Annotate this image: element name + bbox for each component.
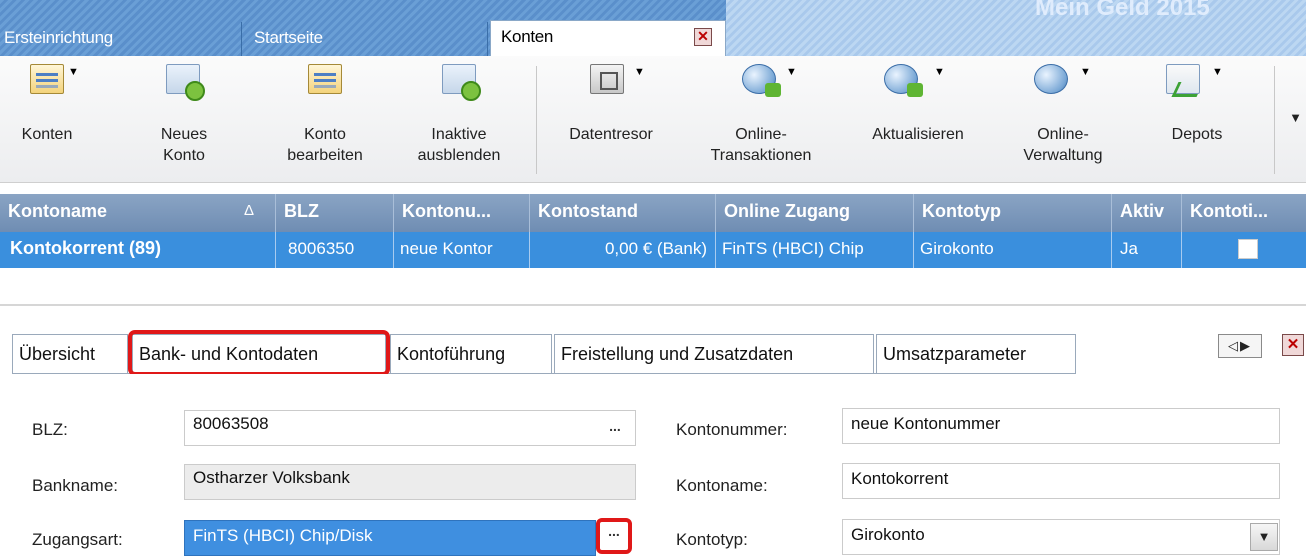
konten-label: Konten (21, 126, 73, 143)
edit-account-label-2: bearbeiten (287, 147, 363, 164)
kontotyp-select[interactable]: Girokonto (842, 519, 1280, 555)
cell-aktiv: Ja (1112, 232, 1182, 268)
column-header-blz[interactable]: BLZ (276, 194, 394, 232)
cell-kontoname: Kontokorrent (89) (0, 232, 276, 268)
chevron-down-icon[interactable]: ▼ (1250, 523, 1278, 551)
depots-button[interactable]: ▼ Depots (1138, 56, 1256, 182)
cell-kontotyp: Girokonto (914, 232, 1112, 268)
hide-inactive-label-1: Inaktive (431, 126, 487, 143)
tab-startseite[interactable]: Startseite (244, 22, 488, 56)
cell-kontostand: 0,00 € (Bank) (530, 232, 716, 268)
ribbon-separator (1274, 66, 1275, 174)
kontotyp-label: Kontotyp: (676, 530, 748, 549)
panel-splitter[interactable] (0, 304, 1306, 306)
new-account-label-1: Neues (160, 126, 208, 143)
edit-account-button[interactable]: Konto bearbeiten (268, 56, 382, 182)
chevron-down-icon[interactable]: ▼ (1080, 66, 1091, 78)
close-panel-icon[interactable]: ✕ (1282, 334, 1304, 356)
hide-inactive-label-2: ausblenden (417, 147, 501, 164)
tab-scroll-arrows-icon[interactable]: ◁▶ (1218, 334, 1262, 358)
vault-icon (590, 64, 624, 94)
aktualisieren-button[interactable]: ▼ Aktualisieren (848, 56, 988, 182)
column-header-online-zugang[interactable]: Online Zugang (716, 194, 914, 232)
close-tab-icon[interactable]: ✕ (694, 28, 712, 46)
online-verwaltung-label-2: Verwaltung (1023, 147, 1103, 164)
tab-ersteinrichtung[interactable]: Ersteinrichtung (0, 22, 242, 56)
hide-inactive-button[interactable]: Inaktive ausblenden (400, 56, 518, 182)
tab-uebersicht[interactable]: Übersicht (12, 334, 128, 374)
tab-kontofuehrung[interactable]: Kontoführung (390, 334, 552, 374)
grid-header: Kontoname Δ BLZ Kontonu... Kontostand On… (0, 194, 1306, 232)
aktualisieren-label: Aktualisieren (872, 126, 964, 143)
bankname-field: Ostharzer Volksbank (184, 464, 636, 500)
tab-konten[interactable]: Konten (490, 20, 726, 56)
chevron-down-icon[interactable]: ▼ (786, 66, 797, 78)
blz-label: BLZ: (32, 420, 68, 439)
kontotitel-checkbox[interactable] (1238, 239, 1258, 259)
edit-account-label-1: Konto (304, 126, 346, 143)
online-transactions-label-1: Online- (735, 126, 787, 143)
refresh-globe-icon (884, 64, 923, 97)
online-verwaltung-label-1: Online- (1037, 126, 1089, 143)
hide-inactive-icon (442, 64, 481, 101)
tabstrip-decoration (726, 0, 1306, 56)
zugangsart-label: Zugangsart: (32, 530, 123, 549)
ribbon-toolbar: ▼ Konten Neues Konto Konto bearbeiten In… (0, 56, 1306, 183)
column-header-kontoname[interactable]: Kontoname Δ (0, 194, 276, 232)
bankname-label: Bankname: (32, 476, 118, 495)
zugangsart-field[interactable]: FinTS (HBCI) Chip/Disk (184, 520, 596, 556)
tab-umsatzparameter[interactable]: Umsatzparameter (876, 334, 1076, 374)
chevron-down-icon[interactable]: ▼ (68, 66, 79, 78)
document-tab-strip: Mein Geld 2015 Ersteinrichtung Startseit… (0, 0, 1306, 56)
edit-account-icon (308, 64, 342, 94)
table-row[interactable]: Kontokorrent (89) 8006350 neue Kontor 0,… (0, 232, 1306, 268)
cell-online-zugang: FinTS (HBCI) Chip (716, 232, 914, 268)
konten-button[interactable]: ▼ Konten (10, 56, 84, 182)
ribbon-overflow-icon[interactable]: ▼ (1289, 110, 1302, 125)
online-transfer-globe-icon (742, 64, 781, 97)
depot-chart-icon (1166, 64, 1200, 94)
new-account-label-2: Konto (163, 147, 205, 164)
kontonummer-field[interactable]: neue Kontonummer (842, 408, 1280, 444)
datentresor-label: Datentresor (569, 126, 653, 143)
app-title: Mein Geld 2015 (1035, 0, 1210, 21)
online-transactions-label-2: Transaktionen (710, 147, 812, 164)
zugangsart-lookup-button[interactable]: ... (596, 518, 632, 554)
kontoname-label: Kontoname: (676, 476, 768, 495)
column-header-kontotyp[interactable]: Kontotyp (914, 194, 1112, 232)
sort-globe-icon (1034, 64, 1068, 94)
tab-freistellung-und-zusatzdaten[interactable]: Freistellung und Zusatzdaten (554, 334, 874, 374)
column-header-kontonummer[interactable]: Kontonu... (394, 194, 530, 232)
tab-bank-und-kontodaten[interactable]: Bank- und Kontodaten (132, 334, 386, 375)
online-transactions-button[interactable]: ▼ Online- Transaktionen (690, 56, 832, 182)
column-header-kontostand[interactable]: Kontostand (530, 194, 716, 232)
ribbon-separator (536, 66, 537, 174)
accounts-card-icon (30, 64, 64, 94)
new-account-button[interactable]: Neues Konto (142, 56, 226, 182)
kontonummer-label: Kontonummer: (676, 420, 788, 439)
column-header-aktiv[interactable]: Aktiv (1112, 194, 1182, 232)
sort-ascending-icon: Δ (244, 202, 255, 219)
online-verwaltung-button[interactable]: ▼ Online- Verwaltung (1000, 56, 1126, 182)
chevron-down-icon[interactable]: ▼ (1212, 66, 1223, 78)
cell-kontonummer: neue Kontor (394, 232, 530, 268)
blz-field[interactable]: 80063508 (184, 410, 636, 446)
depots-label: Depots (1171, 126, 1223, 143)
chevron-down-icon[interactable]: ▼ (634, 66, 645, 78)
cell-blz: 8006350 (276, 232, 394, 268)
chevron-down-icon[interactable]: ▼ (934, 66, 945, 78)
datentresor-button[interactable]: ▼ Datentresor (548, 56, 674, 182)
kontoname-field[interactable]: Kontokorrent (842, 463, 1280, 499)
blz-lookup-button[interactable]: ... (602, 418, 628, 442)
new-account-icon (166, 64, 205, 101)
column-header-kontotitel[interactable]: Kontoti... (1182, 194, 1306, 232)
column-header-label: Kontoname (8, 201, 107, 221)
